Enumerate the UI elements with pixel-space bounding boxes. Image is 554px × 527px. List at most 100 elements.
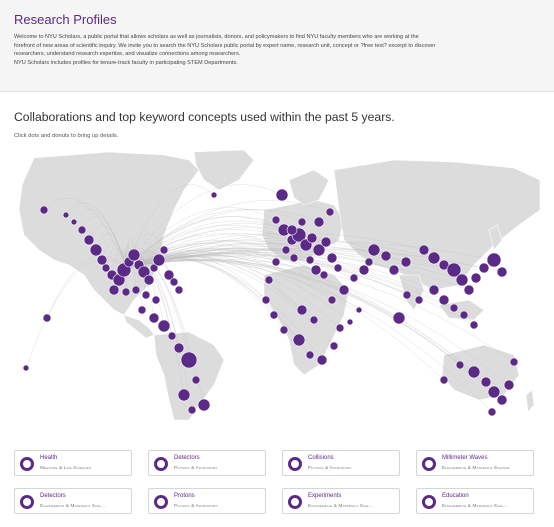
donut-icon[interactable] [288,495,302,509]
donut-icon[interactable] [20,457,34,471]
donut-icon[interactable] [422,457,436,471]
collaboration-dot[interactable] [143,274,155,286]
donut-icon[interactable] [154,457,168,471]
collaboration-dot[interactable] [131,285,141,295]
collaboration-dot[interactable] [152,253,166,267]
collaboration-dot[interactable] [388,264,400,276]
collaboration-dot[interactable] [310,264,322,276]
collaboration-dot[interactable] [22,364,30,372]
collaboration-dot[interactable] [296,304,308,316]
collaboration-dot[interactable] [316,354,328,366]
collaboration-dot[interactable] [487,385,501,399]
collaboration-dot[interactable] [108,284,120,296]
concept-card-experiments[interactable]: Experiments Engineering & Materials Scie… [282,488,400,514]
collaboration-dot[interactable] [325,207,335,217]
collaboration-dot[interactable] [320,236,332,248]
collaboration-dot[interactable] [414,295,424,305]
concept-card-detectors-eng[interactable]: Detectors Engineering & Materials Scie..… [14,488,132,514]
collaboration-dot[interactable] [281,245,291,255]
collaboration-dot[interactable] [261,295,271,305]
collaboration-dot[interactable] [478,262,490,274]
collaboration-dot[interactable] [197,398,211,412]
world-map[interactable] [14,150,540,420]
collaboration-dot[interactable] [355,306,363,314]
collaboration-dot[interactable] [169,277,179,287]
collaboration-dot[interactable] [159,245,169,255]
collaboration-dot[interactable] [264,275,274,285]
collaboration-dot[interactable] [210,191,218,199]
collaboration-dot[interactable] [83,234,95,246]
collaboration-dot[interactable] [309,315,319,325]
collaboration-dot[interactable] [305,350,315,360]
collaboration-dot[interactable] [177,388,191,402]
collaboration-map[interactable] [14,150,540,420]
collaboration-dot[interactable] [470,272,482,284]
collaboration-dot[interactable] [449,303,459,313]
concept-card-millimeter-waves[interactable]: Millimeter Waves Engineering & Materials… [416,450,534,476]
collaboration-dot[interactable] [313,216,325,228]
collaboration-dot[interactable] [275,188,289,202]
collaboration-dot[interactable] [463,284,475,296]
collaboration-dot[interactable] [487,407,497,417]
collaboration-dot[interactable] [279,325,289,335]
collaboration-dot[interactable] [418,244,430,256]
collaboration-dot[interactable] [292,333,306,347]
collaboration-dot[interactable] [148,312,160,324]
collaboration-dot[interactable] [305,255,315,265]
concept-card-protons[interactable]: Protons Physics & Astronomy [148,488,266,514]
collaboration-dot[interactable] [271,257,281,267]
collaboration-dot[interactable] [271,215,281,225]
collaboration-dot[interactable] [180,351,198,369]
collaboration-dot[interactable] [427,251,441,265]
collaboration-dot[interactable] [503,379,515,391]
collaboration-dot[interactable] [335,323,345,333]
collaboration-dot[interactable] [306,232,318,244]
collaboration-dot[interactable] [326,252,338,264]
collaboration-dot[interactable] [62,211,70,219]
collaboration-dot[interactable] [77,225,87,235]
collaboration-dot[interactable] [509,357,519,367]
collaboration-dot[interactable] [455,360,465,370]
collaboration-dot[interactable] [469,320,479,330]
collaboration-dot[interactable] [89,243,103,257]
collaboration-dot[interactable] [349,273,359,283]
collaboration-dot[interactable] [392,311,406,325]
concept-card-health[interactable]: Health Medicine & Life Sciences [14,450,132,476]
collaboration-dot[interactable] [380,250,392,262]
collaboration-dot[interactable] [346,318,354,326]
collaboration-dot[interactable] [455,273,469,287]
concept-card-education[interactable]: Education Engineering & Materials Scie..… [416,488,534,514]
collaboration-dot[interactable] [480,376,492,388]
collaboration-dot[interactable] [141,290,151,300]
collaboration-dot[interactable] [157,319,171,333]
collaboration-dot[interactable] [467,365,481,379]
collaboration-dot[interactable] [70,218,78,226]
collaboration-dot[interactable] [319,270,329,280]
collaboration-dot[interactable] [364,257,374,267]
collaboration-dot[interactable] [338,284,350,296]
collaboration-dot[interactable] [438,294,450,306]
collaboration-dot[interactable] [137,305,147,315]
donut-icon[interactable] [288,457,302,471]
collaboration-dot[interactable] [297,217,307,227]
collaboration-dot[interactable] [174,285,184,295]
collaboration-dot[interactable] [121,287,131,297]
collaboration-dot[interactable] [127,248,141,262]
collaboration-dot[interactable] [167,331,177,341]
collaboration-dot[interactable] [327,295,337,305]
collaboration-dot[interactable] [439,375,449,385]
collaboration-dot[interactable] [39,205,49,215]
collaboration-dot[interactable] [187,405,197,415]
collaboration-dot[interactable] [286,224,298,236]
collaboration-dot[interactable] [151,295,161,305]
collaboration-dot[interactable] [367,243,381,257]
collaboration-dot[interactable] [459,310,469,320]
collaboration-dot[interactable] [400,256,412,268]
collaboration-dot[interactable] [42,313,52,323]
concept-card-collisions[interactable]: Collisions Physics & Astronomy [282,450,400,476]
collaboration-dot[interactable] [269,310,279,320]
collaboration-dot[interactable] [496,394,508,406]
donut-icon[interactable] [154,495,168,509]
concept-card-detectors[interactable]: Detectors Physics & Astronomy [148,450,266,476]
donut-icon[interactable] [422,495,436,509]
